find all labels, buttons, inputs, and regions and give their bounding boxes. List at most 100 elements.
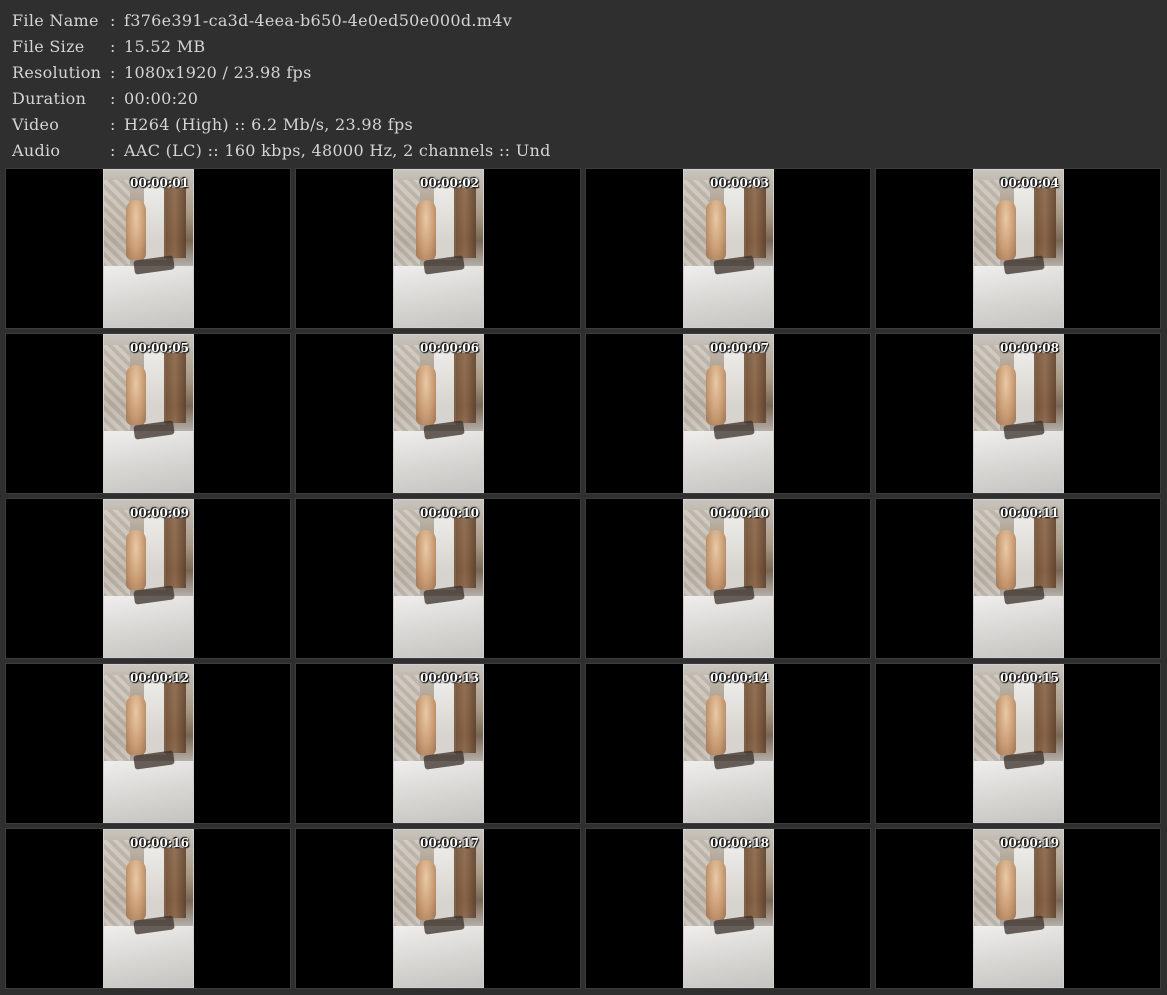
frame-timestamp: 00:00:12	[130, 671, 189, 685]
thumbnail-cell[interactable]: 00:00:05	[5, 333, 291, 494]
frame-window	[434, 184, 456, 260]
video-label: Video	[12, 115, 60, 134]
video-frame-thumbnail[interactable]: 00:00:06	[393, 334, 484, 493]
video-frame-thumbnail[interactable]: 00:00:04	[973, 169, 1064, 328]
frame-window	[1014, 844, 1036, 920]
frame-timestamp: 00:00:04	[1000, 176, 1059, 190]
video-frame-thumbnail[interactable]: 00:00:19	[973, 829, 1064, 988]
video-frame-thumbnail[interactable]: 00:00:13	[393, 664, 484, 823]
thumbnail-cell[interactable]: 00:00:09	[5, 498, 291, 659]
frame-bed	[104, 596, 193, 657]
frame-timestamp: 00:00:18	[710, 836, 769, 850]
frame-figure	[706, 200, 726, 260]
frame-timestamp: 00:00:16	[130, 836, 189, 850]
frame-curtain	[744, 188, 766, 258]
file-size-row: File Size : 15.52 MB	[12, 34, 551, 60]
frame-curtain	[744, 683, 766, 753]
thumbnail-cell[interactable]: 00:00:11	[875, 498, 1161, 659]
separator: :	[110, 141, 116, 160]
frame-timestamp: 00:00:17	[420, 836, 479, 850]
frame-bed	[684, 431, 773, 492]
video-frame-thumbnail[interactable]: 00:00:02	[393, 169, 484, 328]
video-frame-thumbnail[interactable]: 00:00:09	[103, 499, 194, 658]
thumbnail-cell[interactable]: 00:00:12	[5, 663, 291, 824]
frame-timestamp: 00:00:19	[1000, 836, 1059, 850]
frame-figure	[996, 695, 1016, 755]
thumbnail-cell[interactable]: 00:00:14	[585, 663, 871, 824]
audio-value: AAC (LC) :: 160 kbps, 48000 Hz, 2 channe…	[124, 141, 551, 160]
video-frame-thumbnail[interactable]: 00:00:03	[683, 169, 774, 328]
frame-curtain	[454, 683, 476, 753]
thumbnail-cell[interactable]: 00:00:08	[875, 333, 1161, 494]
thumbnail-cell[interactable]: 00:00:10	[585, 498, 871, 659]
resolution-value: 1080x1920 / 23.98 fps	[124, 63, 312, 82]
thumbnail-cell[interactable]: 00:00:02	[295, 168, 581, 329]
frame-curtain	[1034, 353, 1056, 423]
frame-figure	[706, 365, 726, 425]
frame-window	[724, 844, 746, 920]
frame-bed	[394, 926, 483, 987]
frame-bed	[394, 431, 483, 492]
thumbnail-cell[interactable]: 00:00:15	[875, 663, 1161, 824]
video-frame-thumbnail[interactable]: 00:00:10	[683, 499, 774, 658]
thumbnail-cell[interactable]: 00:00:01	[5, 168, 291, 329]
frame-timestamp: 00:00:02	[420, 176, 479, 190]
resolution-label: Resolution	[12, 63, 102, 82]
frame-timestamp: 00:00:05	[130, 341, 189, 355]
thumbnail-cell[interactable]: 00:00:19	[875, 828, 1161, 989]
frame-figure	[706, 530, 726, 590]
thumbnail-cell[interactable]: 00:00:13	[295, 663, 581, 824]
duration-label: Duration	[12, 89, 87, 108]
thumbnail-cell[interactable]: 00:00:10	[295, 498, 581, 659]
frame-window	[144, 349, 166, 425]
frame-curtain	[164, 353, 186, 423]
video-row: Video : H264 (High) :: 6.2 Mb/s, 23.98 f…	[12, 112, 551, 138]
thumbnail-cell[interactable]: 00:00:04	[875, 168, 1161, 329]
frame-curtain	[454, 188, 476, 258]
frame-figure	[996, 365, 1016, 425]
frame-bed	[104, 761, 193, 822]
video-frame-thumbnail[interactable]: 00:00:15	[973, 664, 1064, 823]
video-frame-thumbnail[interactable]: 00:00:12	[103, 664, 194, 823]
thumbnail-cell[interactable]: 00:00:06	[295, 333, 581, 494]
frame-timestamp: 00:00:08	[1000, 341, 1059, 355]
video-frame-thumbnail[interactable]: 00:00:11	[973, 499, 1064, 658]
frame-bed	[974, 266, 1063, 327]
video-frame-thumbnail[interactable]: 00:00:18	[683, 829, 774, 988]
frame-window	[724, 184, 746, 260]
audio-row: Audio : AAC (LC) :: 160 kbps, 48000 Hz, …	[12, 138, 551, 164]
frame-window	[144, 679, 166, 755]
frame-figure	[126, 530, 146, 590]
frame-bed	[394, 266, 483, 327]
frame-figure	[416, 860, 436, 920]
frame-window	[724, 514, 746, 590]
frame-window	[1014, 184, 1036, 260]
frame-timestamp: 00:00:06	[420, 341, 479, 355]
video-frame-thumbnail[interactable]: 00:00:07	[683, 334, 774, 493]
video-frame-thumbnail[interactable]: 00:00:16	[103, 829, 194, 988]
video-frame-thumbnail[interactable]: 00:00:05	[103, 334, 194, 493]
frame-window	[434, 844, 456, 920]
video-frame-thumbnail[interactable]: 00:00:08	[973, 334, 1064, 493]
frame-figure	[996, 860, 1016, 920]
frame-window	[724, 679, 746, 755]
frame-curtain	[454, 518, 476, 588]
thumbnail-cell[interactable]: 00:00:17	[295, 828, 581, 989]
separator: :	[110, 115, 116, 134]
video-frame-thumbnail[interactable]: 00:00:14	[683, 664, 774, 823]
frame-timestamp: 00:00:14	[710, 671, 769, 685]
frame-figure	[416, 200, 436, 260]
video-frame-thumbnail[interactable]: 00:00:10	[393, 499, 484, 658]
thumbnail-cell[interactable]: 00:00:18	[585, 828, 871, 989]
video-frame-thumbnail[interactable]: 00:00:17	[393, 829, 484, 988]
separator: :	[110, 89, 116, 108]
separator: :	[110, 11, 116, 30]
frame-curtain	[1034, 518, 1056, 588]
thumbnail-cell[interactable]: 00:00:07	[585, 333, 871, 494]
thumbnail-cell[interactable]: 00:00:16	[5, 828, 291, 989]
frame-bed	[104, 431, 193, 492]
frame-figure	[996, 200, 1016, 260]
frame-window	[1014, 514, 1036, 590]
thumbnail-cell[interactable]: 00:00:03	[585, 168, 871, 329]
video-frame-thumbnail[interactable]: 00:00:01	[103, 169, 194, 328]
